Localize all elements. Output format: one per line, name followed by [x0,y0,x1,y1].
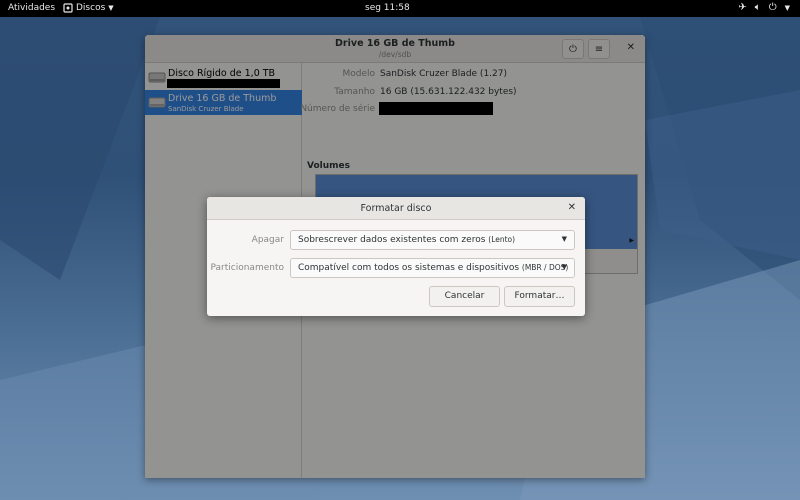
partitioning-label: Particionamento [210,263,285,273]
clock[interactable]: seg 11:58 [365,3,410,13]
erase-label: Apagar [251,235,284,245]
cancel-button[interactable]: Cancelar [429,286,500,307]
partitioning-select[interactable]: Compatível com todos os sistemas e dispo… [290,258,575,278]
power-icon: ⏻ [768,2,777,13]
app-menu[interactable]: Discos ▼ [63,3,114,13]
close-icon[interactable]: ✕ [568,202,576,213]
dialog-header: Formatar disco ✕ [207,197,585,220]
partitioning-select-value: Compatível com todos os sistemas e dispo… [298,263,520,273]
volume-icon: 🔈︎ [754,2,761,13]
chevron-down-icon: ▼ [108,4,114,12]
app-menu-label: Discos [76,3,106,13]
top-bar: Atividades Discos ▼ seg 11:58 ✈ 🔈︎ ⏻ ▼ [0,0,800,17]
chevron-down-icon: ▼ [784,4,790,12]
format-button[interactable]: Formatar… [504,286,575,307]
disks-app-icon [63,3,73,13]
erase-select[interactable]: Sobrescrever dados existentes com zeros … [290,230,575,250]
airplane-icon: ✈ [738,2,747,13]
format-disk-dialog: Formatar disco ✕ Apagar Sobrescrever dad… [207,197,585,316]
chevron-down-icon: ▼ [561,235,567,243]
erase-select-value: Sobrescrever dados existentes com zeros [298,235,486,245]
dialog-title: Formatar disco [360,203,432,214]
chevron-down-icon: ▼ [561,263,567,271]
erase-select-note: (Lento) [488,235,516,244]
system-tray[interactable]: ✈ 🔈︎ ⏻ ▼ [738,2,790,14]
activities-button[interactable]: Atividades [8,3,55,13]
